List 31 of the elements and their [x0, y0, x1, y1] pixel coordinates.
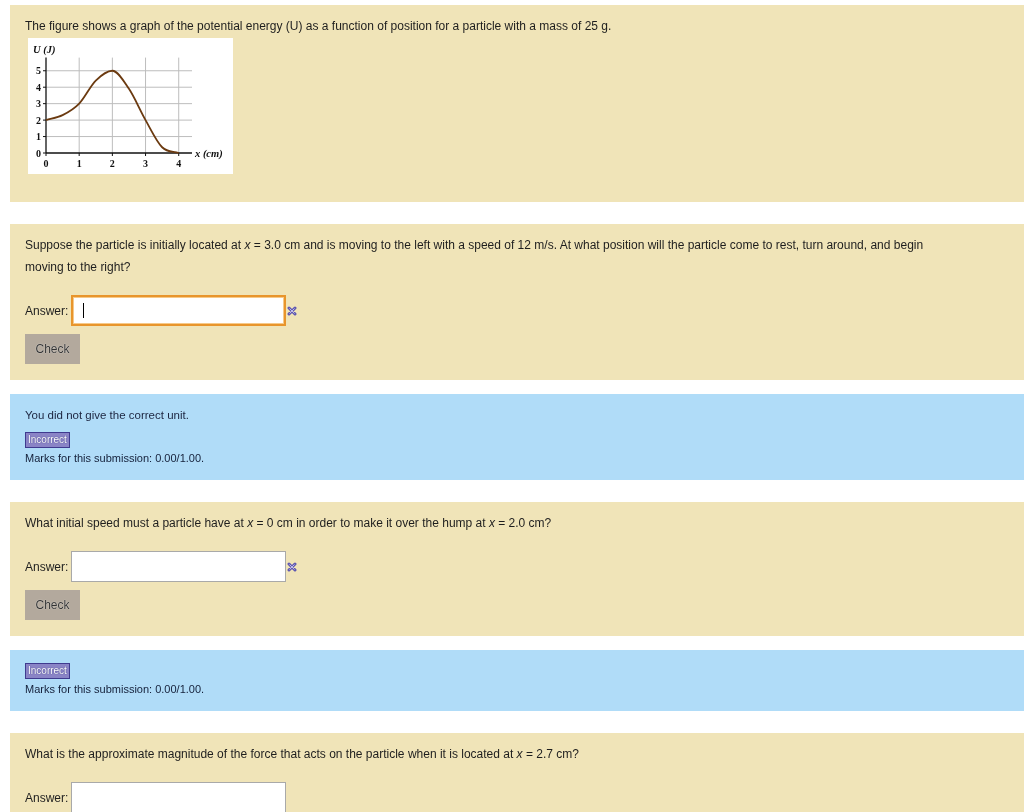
intro-text: The figure shows a graph of the potential energy (U) as a function of position for a particle with a mass of 25 g.: [25, 18, 613, 34]
answer-field[interactable]: [71, 782, 287, 812]
answer-field[interactable]: [71, 551, 287, 582]
tick-label: 2: [36, 114, 41, 126]
check-button[interactable]: Check: [25, 590, 80, 620]
axis-title: x (cm): [195, 148, 223, 159]
status-badge: Incorrect: [25, 663, 70, 679]
answer-field[interactable]: [71, 295, 287, 326]
answer-label: Answer:: [25, 303, 69, 318]
answer-label: Answer:: [25, 790, 69, 805]
tick-label: 1: [76, 158, 82, 169]
tick-label: 5: [36, 65, 41, 77]
tick-label: 1: [36, 131, 41, 143]
marks-text: Marks for this submission: 0.00/1.00.: [25, 451, 206, 466]
status-badge: Incorrect: [25, 432, 70, 448]
feedback-message: You did not give the correct unit.: [25, 408, 190, 423]
tick-label: 4: [176, 158, 182, 169]
check-button[interactable]: Check: [25, 334, 80, 364]
tick-label: 0: [36, 147, 41, 159]
tick-label: 3: [36, 98, 41, 110]
question-text: What is the approximate magnitude of the force that acts on the particle when it is located at x = 2.7 cm?: [25, 746, 580, 763]
tick-label: 4: [36, 81, 41, 93]
question-text: Suppose the particle is initially located at x = 3.0 cm and is moving to the left with a speed of 12 m/s. At what position will the particle come to rest, turn around, and begin moving to the right?: [25, 237, 925, 276]
axis-title: U (J): [33, 44, 56, 55]
text-cursor-icon: [83, 303, 85, 318]
tick-label: 3: [143, 158, 149, 169]
tick-label: 2: [109, 158, 115, 169]
tick-label: 0: [43, 158, 49, 169]
marks-text: Marks for this submission: 0.00/1.00.: [25, 682, 206, 697]
answer-label: Answer:: [25, 559, 69, 574]
question-text: What initial speed must a particle have at x = 0 cm in order to make it over the hump at x = 2.0 cm?: [25, 515, 553, 532]
